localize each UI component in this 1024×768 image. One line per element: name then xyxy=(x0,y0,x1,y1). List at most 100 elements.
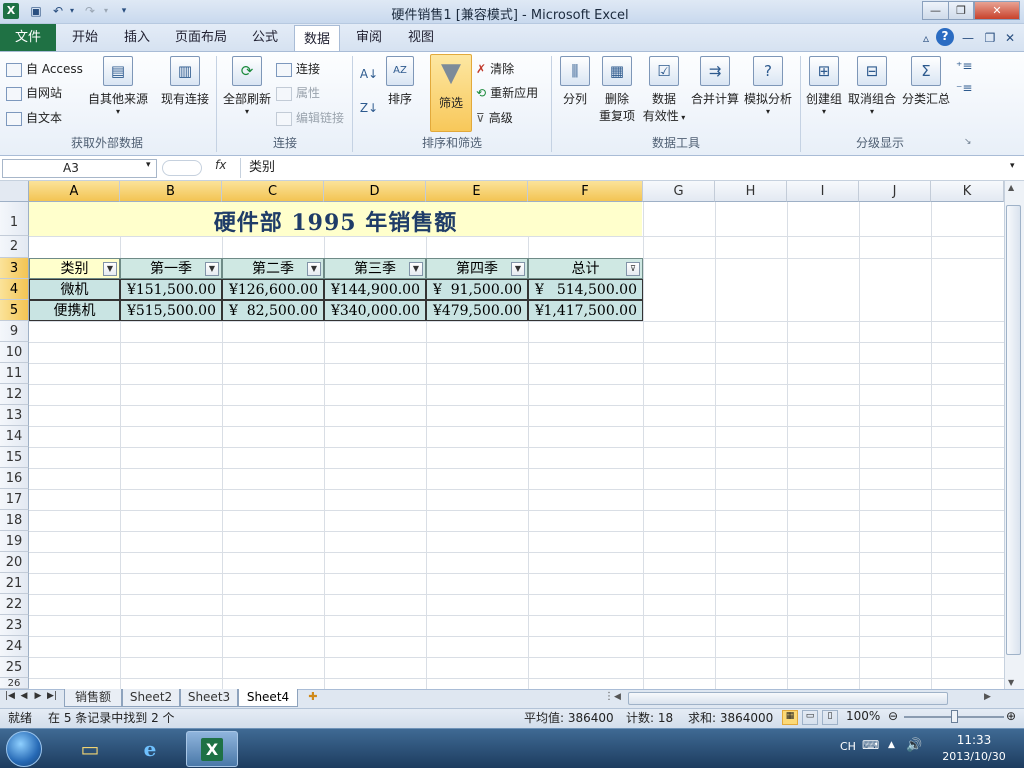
keyboard-icon[interactable]: ⌨ xyxy=(862,738,879,752)
from-text-button[interactable]: 自文本 xyxy=(6,109,62,129)
column-header-e[interactable]: E xyxy=(426,181,528,202)
sheet-tab-sales[interactable]: 销售额 xyxy=(64,689,122,707)
active-filter-icon[interactable]: ⊽ xyxy=(626,262,640,276)
value-cell[interactable]: ¥151,500.00 xyxy=(120,279,222,300)
advanced-filter-button[interactable]: ⊽ 高级 xyxy=(476,109,513,129)
subtotal-button[interactable]: Σ 分类汇总 xyxy=(900,56,952,107)
row-header-4[interactable]: 4 xyxy=(0,279,29,300)
name-box[interactable]: A3 xyxy=(2,159,157,178)
value-cell[interactable]: ¥144,900.00 xyxy=(324,279,426,300)
remove-duplicates-button[interactable]: ▦ 删除 重复项 xyxy=(596,56,638,124)
column-header-h[interactable]: H xyxy=(715,181,787,202)
row-header-19[interactable]: 19 xyxy=(0,531,29,552)
group-button[interactable]: ⊞ 创建组 ▾ xyxy=(804,56,844,116)
tab-review[interactable]: 审阅 xyxy=(346,24,392,51)
insert-function-button[interactable]: fx xyxy=(215,158,235,172)
value-cell[interactable]: ¥82,500.00 xyxy=(222,300,324,321)
row-header-25[interactable]: 25 xyxy=(0,657,29,678)
row-header-15[interactable]: 15 xyxy=(0,447,29,468)
volume-icon[interactable]: 🔊 xyxy=(906,738,922,753)
file-explorer-icon[interactable]: ▭ xyxy=(64,731,116,767)
scroll-up-icon[interactable]: ▲ xyxy=(1008,183,1014,192)
total-cell[interactable]: ¥514,500.00 xyxy=(528,279,643,300)
row-header-11[interactable]: 11 xyxy=(0,363,29,384)
sort-button[interactable]: AZ 排序 xyxy=(384,56,416,107)
value-cell[interactable]: ¥91,500.00 xyxy=(426,279,528,300)
from-web-button[interactable]: 自网站 xyxy=(6,84,62,104)
row-header-22[interactable]: 22 xyxy=(0,594,29,615)
normal-view-icon[interactable]: ▦ xyxy=(782,710,798,725)
filter-dropdown-icon[interactable]: ▼ xyxy=(205,262,219,276)
page-break-view-icon[interactable]: ▯ xyxy=(822,710,838,725)
total-cell[interactable]: ¥1,417,500.00 xyxy=(528,300,643,321)
sheet-tab-sheet2[interactable]: Sheet2 xyxy=(122,689,180,707)
refresh-all-button[interactable]: ⟳ 全部刷新 ▾ xyxy=(220,56,274,116)
connections-button[interactable]: 连接 xyxy=(276,60,320,80)
column-header-a[interactable]: A xyxy=(29,181,120,202)
header-cell-q3[interactable]: 第三季 ▼ xyxy=(324,258,426,279)
row-header-3[interactable]: 3 xyxy=(0,258,29,279)
scroll-down-icon[interactable]: ▼ xyxy=(1008,678,1014,687)
column-header-j[interactable]: J xyxy=(859,181,931,202)
select-all-button[interactable] xyxy=(0,181,29,202)
from-access-button[interactable]: 自 Access xyxy=(6,60,83,80)
minimize-button[interactable]: — xyxy=(922,1,949,20)
first-sheet-icon[interactable]: |◀ xyxy=(4,691,16,701)
value-cell[interactable]: ¥479,500.00 xyxy=(426,300,528,321)
what-if-analysis-button[interactable]: ? 模拟分析 ▾ xyxy=(742,56,794,116)
category-cell[interactable]: 微机 xyxy=(29,279,120,300)
scroll-left-icon[interactable]: ◀ xyxy=(614,692,621,702)
column-header-i[interactable]: I xyxy=(787,181,859,202)
clear-filter-button[interactable]: ✗ 清除 xyxy=(476,60,514,80)
zoom-out-icon[interactable]: ⊖ xyxy=(888,709,898,723)
tray-expand-icon[interactable]: ▲ xyxy=(888,740,895,750)
scroll-right-icon[interactable]: ▶ xyxy=(984,692,991,702)
row-header-14[interactable]: 14 xyxy=(0,426,29,447)
prev-sheet-icon[interactable]: ◀ xyxy=(18,691,30,701)
value-cell[interactable]: ¥126,600.00 xyxy=(222,279,324,300)
row-header-18[interactable]: 18 xyxy=(0,510,29,531)
tab-view[interactable]: 视图 xyxy=(398,24,444,51)
row-header-13[interactable]: 13 xyxy=(0,405,29,426)
collapse-ribbon-icon[interactable]: ▵ xyxy=(918,30,934,46)
clock-time[interactable]: 11:33 xyxy=(944,733,1004,747)
category-cell[interactable]: 便携机 xyxy=(29,300,120,321)
formula-bar-expand-icon[interactable] xyxy=(162,160,202,176)
internet-explorer-icon[interactable]: e xyxy=(124,731,176,767)
workbook-restore-icon[interactable]: ❐ xyxy=(982,30,998,46)
excel-app-icon[interactable]: X xyxy=(3,3,19,19)
expand-formula-bar-icon[interactable]: ▾ xyxy=(1010,161,1015,171)
row-header-10[interactable]: 10 xyxy=(0,342,29,363)
column-header-f[interactable]: F xyxy=(528,181,643,202)
sheet-tab-sheet3[interactable]: Sheet3 xyxy=(180,689,238,707)
row-header-24[interactable]: 24 xyxy=(0,636,29,657)
tab-insert[interactable]: 插入 xyxy=(114,24,160,51)
row-header-12[interactable]: 12 xyxy=(0,384,29,405)
customize-toolbar-icon[interactable]: ▾ xyxy=(116,3,132,19)
clock-date[interactable]: 2013/10/30 xyxy=(934,750,1014,763)
value-cell[interactable]: ¥515,500.00 xyxy=(120,300,222,321)
filter-dropdown-icon[interactable]: ▼ xyxy=(307,262,321,276)
data-validation-button[interactable]: ☑ 数据 有效性 ▾ xyxy=(640,56,688,124)
reapply-button[interactable]: ⟲ 重新应用 xyxy=(476,84,538,104)
name-box-dropdown-icon[interactable]: ▾ xyxy=(146,160,151,170)
tab-split-handle-icon[interactable]: ⋮ xyxy=(604,691,614,702)
value-cell[interactable]: ¥340,000.00 xyxy=(324,300,426,321)
last-sheet-icon[interactable]: ▶| xyxy=(46,691,58,701)
from-other-sources-button[interactable]: ▤ 自其他来源 ▾ xyxy=(86,56,150,116)
vertical-scroll-thumb[interactable] xyxy=(1006,205,1021,655)
row-header-17[interactable]: 17 xyxy=(0,489,29,510)
help-icon[interactable]: ? xyxy=(936,28,954,46)
tab-home[interactable]: 开始 xyxy=(62,24,108,51)
show-detail-icon[interactable]: ⁺≡ xyxy=(956,58,972,74)
header-cell-q1[interactable]: 第一季 ▼ xyxy=(120,258,222,279)
zoom-in-icon[interactable]: ⊕ xyxy=(1006,709,1016,723)
row-header-2[interactable]: 2 xyxy=(0,236,29,258)
row-header-1[interactable]: 1 xyxy=(0,202,29,236)
start-button[interactable] xyxy=(6,731,42,767)
workbook-minimize-icon[interactable]: — xyxy=(960,30,976,46)
sort-ascending-icon[interactable]: A↓ xyxy=(358,66,380,82)
formula-input[interactable]: 类别 xyxy=(240,158,1010,178)
hide-detail-icon[interactable]: ⁻≡ xyxy=(956,80,972,96)
workbook-close-icon[interactable]: ✕ xyxy=(1002,30,1018,46)
